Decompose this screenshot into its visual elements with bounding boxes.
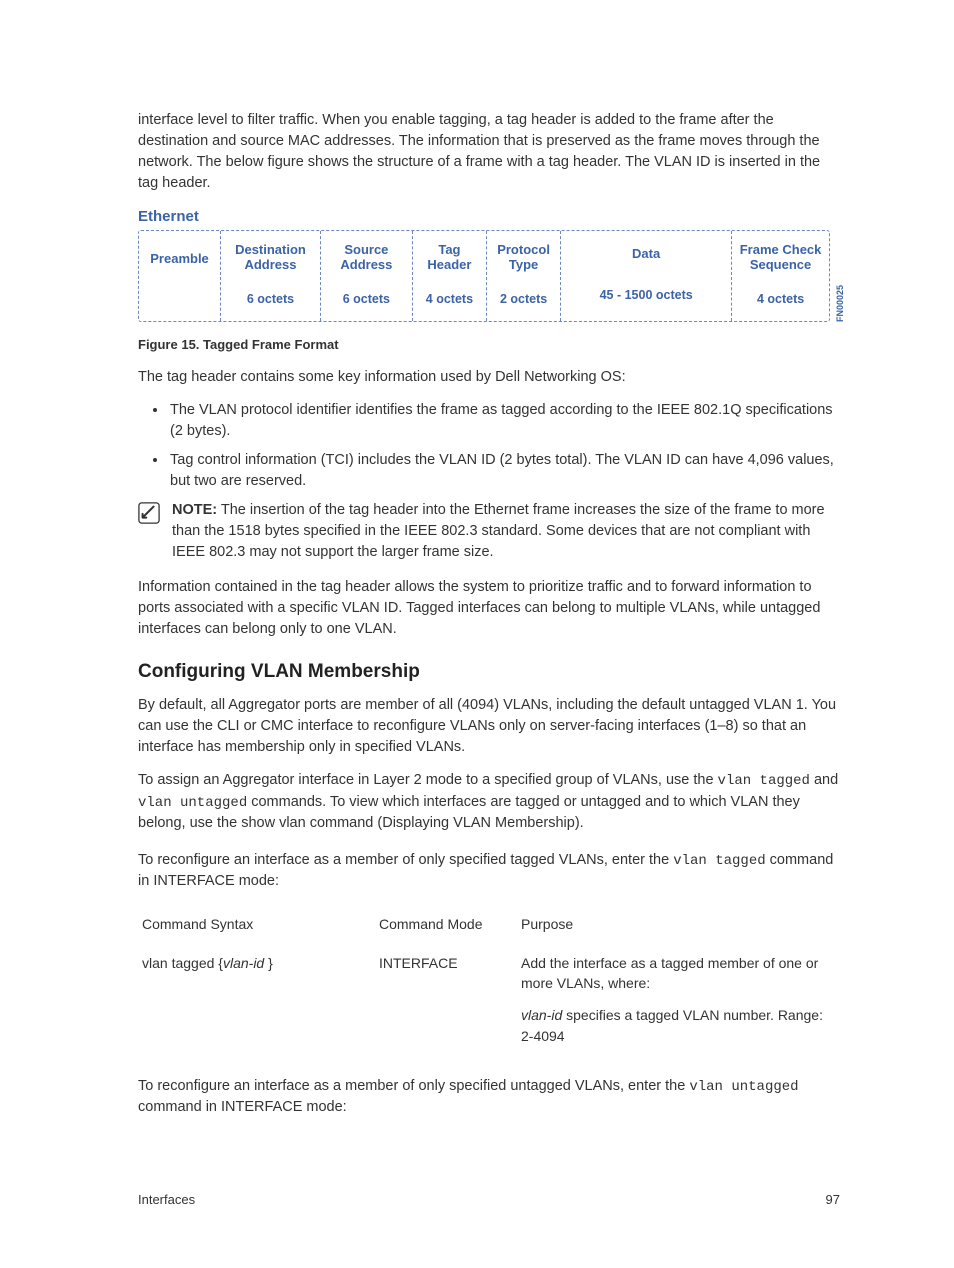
section-heading: Configuring VLAN Membership bbox=[138, 658, 840, 686]
config-p3: To reconfigure an interface as a member … bbox=[138, 850, 840, 892]
note-block: NOTE: The insertion of the tag header in… bbox=[138, 500, 840, 563]
config-p2: To assign an Aggregator interface in Lay… bbox=[138, 770, 840, 834]
code-vlan-tagged: vlan tagged bbox=[673, 853, 765, 869]
diag-label: Frame Check Sequence bbox=[734, 243, 827, 273]
diagram-side-label: FN00025 bbox=[834, 283, 847, 322]
note-label: NOTE: bbox=[172, 502, 217, 518]
th-purpose: Purpose bbox=[517, 908, 840, 946]
diag-label: Tag Header bbox=[415, 243, 484, 273]
diag-col-preamble: Preamble bbox=[139, 231, 221, 321]
code-vlan-tagged: vlan tagged bbox=[718, 773, 810, 789]
text: and bbox=[810, 772, 838, 788]
figure-caption: Figure 15. Tagged Frame Format bbox=[138, 336, 840, 355]
diag-col-data: Data 45 - 1500 octets bbox=[561, 231, 732, 321]
text: To assign an Aggregator interface in Lay… bbox=[138, 772, 718, 788]
text: command in INTERFACE mode: bbox=[138, 1099, 347, 1115]
param-vlan-id: vlan-id bbox=[521, 1007, 562, 1023]
diag-size: 6 octets bbox=[343, 290, 390, 308]
text: To reconfigure an interface as a member … bbox=[138, 852, 673, 868]
code-vlan-untagged: vlan untagged bbox=[689, 1079, 798, 1095]
diag-col-proto: Protocol Type 2 octets bbox=[487, 231, 561, 321]
footer-page-number: 97 bbox=[826, 1191, 840, 1210]
text: To reconfigure an interface as a member … bbox=[138, 1078, 689, 1094]
purpose-line1: Add the interface as a tagged member of … bbox=[521, 953, 832, 994]
diag-size: 4 octets bbox=[757, 290, 804, 308]
config-p4: To reconfigure an interface as a member … bbox=[138, 1076, 840, 1118]
diag-size: 2 octets bbox=[500, 290, 547, 308]
list-item: Tag control information (TCI) includes t… bbox=[168, 450, 840, 492]
intro-paragraph: interface level to filter traffic. When … bbox=[138, 110, 840, 194]
table-row: vlan tagged {vlan-id } INTERFACE Add the… bbox=[138, 947, 840, 1052]
note-body: The insertion of the tag header into the… bbox=[172, 502, 825, 560]
diag-label: Preamble bbox=[150, 252, 209, 267]
diagram-title: Ethernet bbox=[138, 206, 840, 228]
page-footer: Interfaces 97 bbox=[138, 1191, 840, 1210]
tag-header-intro: The tag header contains some key informa… bbox=[138, 367, 840, 388]
diag-col-tag: Tag Header 4 octets bbox=[413, 231, 487, 321]
td-mode: INTERFACE bbox=[375, 947, 517, 1052]
info-paragraph: Information contained in the tag header … bbox=[138, 577, 840, 640]
command-table: Command Syntax Command Mode Purpose vlan… bbox=[138, 908, 840, 1051]
td-purpose: Add the interface as a tagged member of … bbox=[517, 947, 840, 1052]
diag-label: Protocol Type bbox=[489, 243, 558, 273]
note-text: NOTE: The insertion of the tag header in… bbox=[172, 500, 840, 563]
text: specifies a tagged VLAN number. Range: 2… bbox=[521, 1007, 823, 1043]
page: interface level to filter traffic. When … bbox=[0, 0, 954, 1268]
diag-label: Destination Address bbox=[223, 243, 318, 273]
note-icon bbox=[138, 502, 160, 524]
th-mode: Command Mode bbox=[375, 908, 517, 946]
diag-col-src: Source Address 6 octets bbox=[321, 231, 413, 321]
ethernet-frame-diagram: Preamble Destination Address 6 octets So… bbox=[138, 230, 830, 322]
diag-size: 4 octets bbox=[426, 290, 473, 308]
footer-section: Interfaces bbox=[138, 1191, 195, 1210]
list-item: The VLAN protocol identifier identifies … bbox=[168, 400, 840, 442]
diag-size: 6 octets bbox=[247, 290, 294, 308]
config-p1: By default, all Aggregator ports are mem… bbox=[138, 695, 840, 758]
th-syntax: Command Syntax bbox=[138, 908, 375, 946]
bullet-list: The VLAN protocol identifier identifies … bbox=[138, 400, 840, 492]
diag-col-dest: Destination Address 6 octets bbox=[221, 231, 321, 321]
diag-label: Source Address bbox=[323, 243, 410, 273]
param-vlan-id: vlan-id bbox=[223, 955, 268, 971]
text: } bbox=[268, 955, 273, 971]
code-vlan-untagged: vlan untagged bbox=[138, 795, 247, 811]
diag-size: 45 - 1500 octets bbox=[600, 286, 693, 304]
td-syntax: vlan tagged {vlan-id } bbox=[138, 947, 375, 1052]
purpose-line2: vlan-id specifies a tagged VLAN number. … bbox=[521, 1005, 832, 1046]
text: vlan tagged { bbox=[142, 955, 223, 971]
table-header-row: Command Syntax Command Mode Purpose bbox=[138, 908, 840, 946]
diag-col-fcs: Frame Check Sequence 4 octets bbox=[732, 231, 829, 321]
diag-label: Data bbox=[632, 247, 660, 262]
